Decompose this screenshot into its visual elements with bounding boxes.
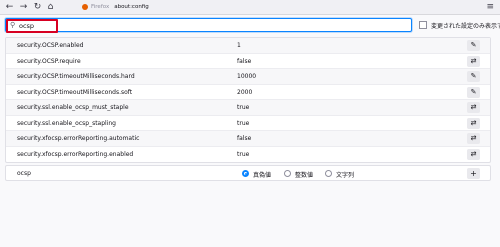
pref-row[interactable]: security.xfocsp.errorReporting.automatic… (6, 131, 490, 147)
pref-value: 1 (237, 42, 241, 49)
back-arrow-icon[interactable]: ← (4, 2, 15, 13)
browser-toolbar: ← → ↻ ⌂ Firefox about:config ≡ (0, 0, 500, 15)
toggle-arrows-icon[interactable]: ⇄ (467, 148, 480, 160)
pref-name: security.OCSP.timeoutMilliseconds.soft (17, 88, 133, 96)
pref-name: security.OCSP.require (17, 57, 81, 65)
browser-name: Firefox (91, 4, 110, 10)
toggle-arrows-icon[interactable]: ⇄ (467, 133, 480, 144)
add-pref-button[interactable]: + (467, 168, 480, 179)
pref-name: security.xfocsp.errorReporting.enabled (17, 150, 134, 158)
pref-row[interactable]: security.ssl.enable_ocsp_stapling true ⇄ (6, 116, 490, 131)
pref-value: 2000 (237, 88, 253, 96)
pref-table: security.OCSP.enabled 1 ✎ security.OCSP.req… (5, 37, 491, 163)
hamburger-menu-icon[interactable]: ≡ (486, 2, 494, 13)
pref-value: true (237, 104, 250, 111)
modified-only-label: 変更された設定のみ表示する (431, 23, 500, 30)
pref-name: security.ssl.enable_ocsp_must_staple (17, 104, 129, 111)
pref-value: 10000 (237, 73, 257, 80)
type-label-boolean: 真偽値 (253, 172, 272, 179)
pref-row[interactable]: security.OCSP.enabled 1 ✎ (6, 38, 490, 54)
pref-row[interactable]: security.OCSP.require false ⇄ (6, 54, 490, 69)
type-label-number: 整数値 (295, 172, 314, 179)
pref-name: security.OCSP.timeoutMilliseconds.hard (17, 73, 135, 80)
pref-name: security.OCSP.enabled (17, 42, 84, 49)
url-text[interactable]: about:config (114, 4, 149, 10)
config-search-row: ⚲ ocsp 変更された設定のみ表示する (5, 18, 500, 33)
pref-row[interactable]: security.ssl.enable_ocsp_must_staple true… (6, 100, 490, 116)
reload-icon[interactable]: ↻ (32, 2, 43, 13)
config-search-input[interactable]: ⚲ ocsp (5, 18, 412, 33)
search-highlight-box (6, 19, 58, 33)
edit-pencil-icon[interactable]: ✎ (467, 71, 480, 82)
firefox-icon (82, 4, 88, 10)
toggle-arrows-icon[interactable]: ⇄ (467, 55, 480, 67)
pref-value: true (237, 150, 250, 158)
pref-name: security.xfocsp.errorReporting.automatic (17, 135, 140, 142)
type-radio-string[interactable] (325, 170, 332, 177)
pref-row[interactable]: security.OCSP.timeoutMilliseconds.hard 10… (6, 69, 490, 85)
pref-value: false (237, 135, 252, 142)
edit-pencil-icon[interactable]: ✎ (467, 86, 480, 98)
new-pref-row: ocsp 真偽値 整数値 文字列 + (5, 165, 491, 181)
pref-value: true (237, 119, 250, 127)
home-icon[interactable]: ⌂ (45, 2, 56, 13)
pref-row[interactable]: security.OCSP.timeoutMilliseconds.soft 20… (6, 85, 490, 100)
new-pref-name: ocsp (17, 170, 31, 177)
pref-row[interactable]: security.xfocsp.errorReporting.enabled tr… (6, 147, 490, 163)
pref-name: security.ssl.enable_ocsp_stapling (17, 119, 116, 127)
type-label-string: 文字列 (336, 172, 355, 179)
toggle-arrows-icon[interactable]: ⇄ (467, 117, 480, 129)
edit-pencil-icon[interactable]: ✎ (467, 40, 480, 51)
pref-value: false (237, 57, 252, 65)
modified-only-checkbox[interactable] (419, 21, 427, 29)
forward-arrow-icon[interactable]: → (18, 2, 29, 13)
toggle-arrows-icon[interactable]: ⇄ (467, 102, 480, 113)
type-radio-number[interactable] (284, 170, 291, 177)
address-bar[interactable]: Firefox about:config (82, 1, 242, 13)
type-radio-boolean[interactable] (242, 170, 249, 177)
